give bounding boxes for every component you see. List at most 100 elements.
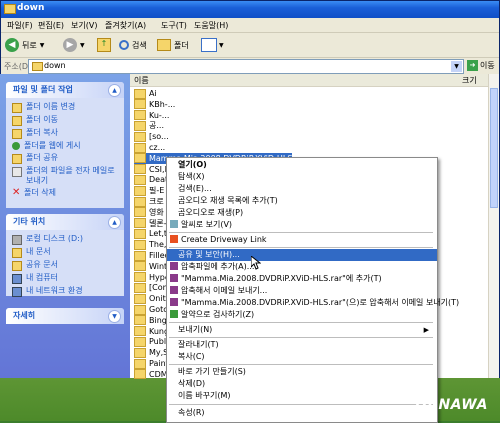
menu-copy[interactable]: 복사(C)	[167, 351, 437, 363]
share-icon	[12, 154, 22, 164]
menu-rename[interactable]: 이름 바꾸기(M)	[167, 390, 437, 402]
menu-file[interactable]: 파일(F)	[7, 20, 33, 31]
menu-label: Create Driveway Link	[181, 235, 267, 244]
file-row[interactable]: 필-E	[134, 185, 164, 196]
details-title: 자세히	[13, 311, 36, 320]
menu-edit[interactable]: 편집(E)	[38, 20, 64, 31]
menu-create-driveway-link[interactable]: Create Driveway Link	[167, 234, 437, 246]
file-row[interactable]: Publi	[134, 336, 168, 347]
menu-add-to-rar[interactable]: "Mamma.Mia.2008.DVDRiP.XViD-HLS.rar"에 추가…	[167, 273, 437, 285]
menu-tools[interactable]: 도구(T)	[161, 20, 187, 31]
file-row[interactable]: 델론-	[134, 218, 167, 229]
file-tasks-header[interactable]: 파일 및 폴더 작업 ▲	[6, 82, 124, 98]
task-email-folder[interactable]: 폴더의 파일을 전자 메일로 보내기	[6, 165, 124, 187]
delete-x-icon: ✕	[12, 187, 21, 198]
place-local-disk[interactable]: 로컬 디스크 (D:)	[6, 233, 124, 246]
menu-open[interactable]: 열기(O)	[167, 159, 437, 171]
place-my-computer[interactable]: 내 컴퓨터	[6, 272, 124, 285]
collapse-chevron-icon[interactable]: ▲	[108, 216, 121, 229]
menu-cut[interactable]: 잘라내기(T)	[167, 339, 437, 351]
file-row[interactable]: Ku-...	[134, 110, 169, 121]
place-network[interactable]: 내 네트워크 환경	[6, 285, 124, 298]
address-input[interactable]: down ▼	[28, 59, 464, 74]
go-button[interactable]: ➜ 이동	[467, 60, 495, 71]
drive-icon	[12, 235, 22, 245]
task-label: 폴더 이름 변경	[26, 102, 76, 111]
details-header[interactable]: 자세히 ▼	[6, 308, 124, 324]
expand-chevron-icon[interactable]: ▼	[108, 310, 121, 323]
folders-button[interactable]: 폴더	[157, 37, 189, 53]
chevron-down-icon: ▼	[39, 41, 45, 49]
file-name: 델론-	[149, 218, 167, 228]
menu-add-archive[interactable]: 압축파일에 추가(A)...	[167, 261, 437, 273]
menu-compress-email[interactable]: 압축해서 이메일 보내기...	[167, 285, 437, 297]
task-copy-folder[interactable]: 폴더 복사	[6, 127, 124, 140]
views-button[interactable]: ▼	[201, 37, 224, 53]
up-folder-button[interactable]: ↑	[97, 37, 111, 53]
file-row[interactable]: Ai	[134, 88, 157, 99]
column-size[interactable]: 크기	[462, 75, 477, 86]
place-my-documents[interactable]: 내 문서	[6, 246, 124, 259]
menu-explore[interactable]: 탐색(X)	[167, 171, 437, 183]
file-row[interactable]: 공...	[134, 120, 164, 131]
forward-button[interactable]: ▶ ▼	[63, 37, 85, 53]
folders-icon	[157, 39, 171, 51]
file-row[interactable]: cz...	[134, 142, 165, 153]
place-label: 내 네트워크 환경	[26, 286, 83, 295]
email-icon	[12, 167, 22, 177]
menu-gom-add-playlist[interactable]: 곰오디오 재생 목록에 추가(T)	[167, 195, 437, 207]
address-value: down	[44, 61, 66, 70]
folder-icon	[32, 62, 43, 71]
file-row[interactable]: Onits	[134, 293, 170, 304]
folder-icon	[134, 110, 146, 121]
mouse-cursor-icon	[251, 256, 261, 270]
task-publish-folder[interactable]: 폴더를 웹에 게시	[6, 140, 124, 152]
menu-gom-play[interactable]: 곰오디오로 재생(P)	[167, 207, 437, 219]
file-row[interactable]: Paint	[134, 358, 169, 369]
menu-create-shortcut[interactable]: 바로 가기 만들기(S)	[167, 366, 437, 378]
menu-alyac-scan[interactable]: 알약으로 검사하기(Z)	[167, 309, 437, 321]
back-button[interactable]: ◀ 뒤로 ▼	[5, 37, 44, 53]
file-row[interactable]: Hype	[134, 272, 170, 283]
menu-send-to[interactable]: 보내기(N) ▶	[167, 324, 437, 336]
winrar-icon	[170, 274, 178, 282]
search-button[interactable]: 검색	[119, 37, 147, 53]
menu-search[interactable]: 검색(E)...	[167, 183, 437, 195]
chevron-down-icon[interactable]: ▼	[451, 61, 462, 72]
menu-view[interactable]: 보기(V)	[71, 20, 97, 31]
collapse-chevron-icon[interactable]: ▲	[108, 84, 121, 97]
menu-properties[interactable]: 속성(R)	[167, 407, 437, 419]
folder-icon	[134, 142, 146, 153]
menu-favorites[interactable]: 즐겨찾기(A)	[105, 20, 146, 31]
task-rename-folder[interactable]: 폴더 이름 변경	[6, 101, 124, 114]
scrollbar-thumb[interactable]	[490, 88, 498, 208]
task-delete-folder[interactable]: ✕ 폴더 삭제	[6, 187, 124, 199]
file-row[interactable]: Kung	[134, 326, 169, 337]
menu-label: 보내기(N)	[178, 325, 213, 334]
menu-help[interactable]: 도움말(H)	[194, 20, 228, 31]
vertical-scrollbar[interactable]	[488, 74, 499, 378]
folder-icon	[134, 239, 146, 250]
other-places-header[interactable]: 기타 위치 ▲	[6, 214, 124, 230]
task-move-folder[interactable]: 폴더 이동	[6, 114, 124, 127]
views-icon	[201, 38, 217, 52]
file-row[interactable]: CDM	[134, 369, 168, 380]
menu-compress-rar-email[interactable]: "Mamma.Mia.2008.DVDRiP.XViD-HLS.rar"(으)로…	[167, 297, 459, 309]
computer-icon	[12, 274, 22, 284]
task-share-folder[interactable]: 폴더 공유	[6, 152, 124, 165]
title-bar[interactable]: down	[1, 1, 499, 18]
file-row[interactable]: My,S	[134, 347, 168, 358]
column-name[interactable]: 이름	[134, 75, 149, 86]
menu-delete[interactable]: 삭제(D)	[167, 378, 437, 390]
place-shared-documents[interactable]: 공유 문서	[6, 259, 124, 272]
file-row[interactable]: KBh-...	[134, 99, 175, 110]
file-row[interactable]: [Com	[134, 282, 170, 293]
file-row[interactable]: [so...	[134, 131, 169, 142]
file-row[interactable]: 크로	[134, 196, 164, 207]
menu-sharing-security[interactable]: 공유 및 보안(H)...	[167, 249, 437, 261]
task-pane: 파일 및 폴더 작업 ▲ 폴더 이름 변경 폴더 이동 폴더 복사 폴더를 웹에…	[0, 74, 130, 378]
file-row[interactable]: 영화	[134, 207, 164, 218]
folder-icon	[134, 196, 146, 207]
menu-alsee-view[interactable]: 알씨로 보기(V)	[167, 219, 437, 231]
file-row[interactable]: Filled	[134, 250, 170, 261]
